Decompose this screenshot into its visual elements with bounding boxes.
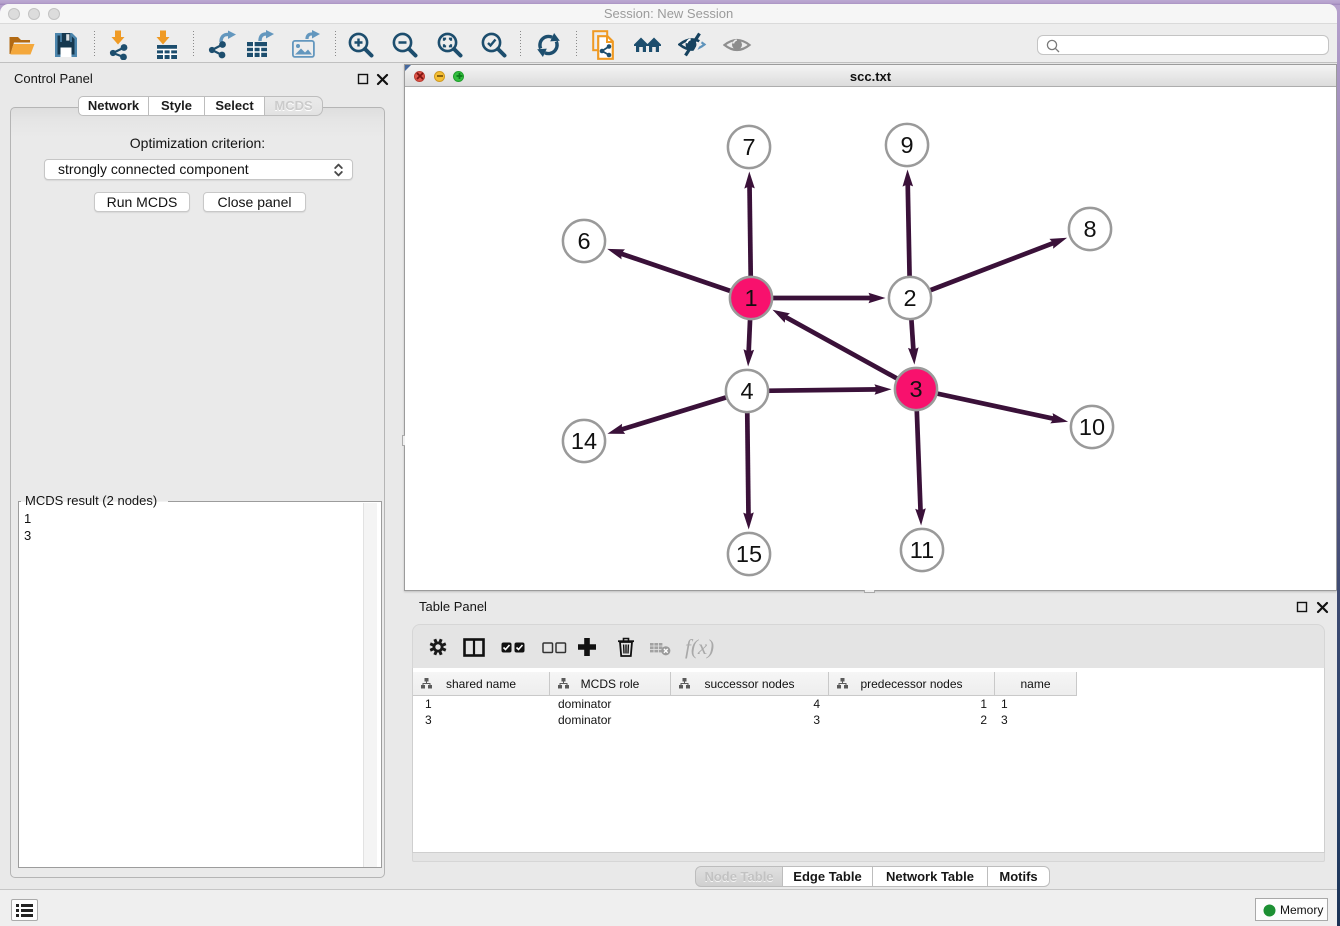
svg-text:14: 14 — [571, 428, 597, 454]
svg-text:3: 3 — [909, 376, 922, 402]
svg-text:4: 4 — [740, 378, 753, 404]
svg-text:2: 2 — [903, 285, 916, 311]
svg-text:9: 9 — [900, 132, 913, 158]
svg-text:7: 7 — [742, 134, 755, 160]
svg-text:8: 8 — [1083, 216, 1096, 242]
svg-text:1: 1 — [744, 285, 757, 311]
svg-text:6: 6 — [577, 228, 590, 254]
svg-text:11: 11 — [910, 537, 934, 563]
svg-text:10: 10 — [1079, 414, 1105, 440]
svg-text:15: 15 — [736, 541, 762, 567]
